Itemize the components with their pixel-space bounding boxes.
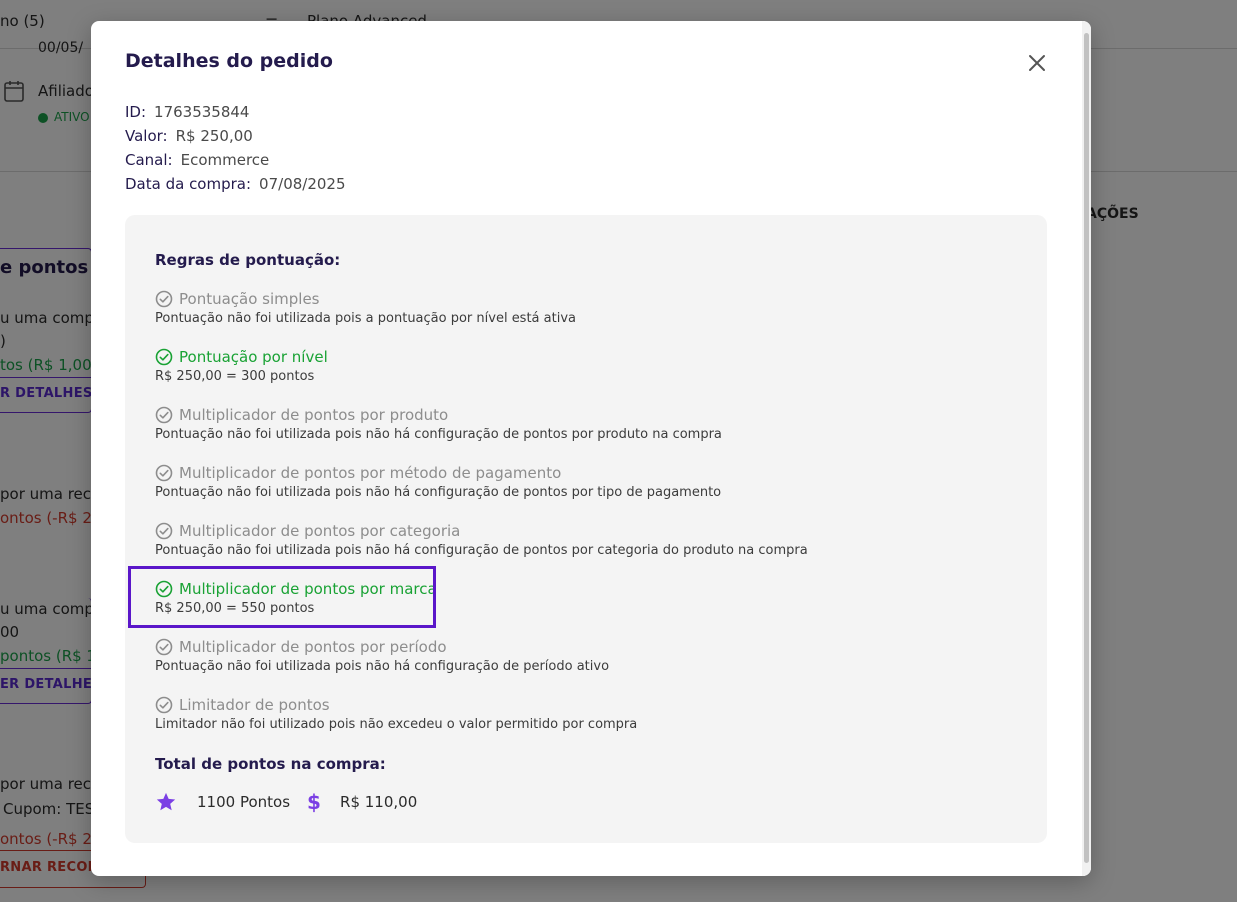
modal-title: Detalhes do pedido xyxy=(125,50,333,72)
scoring-rules-panel: Regras de pontuação: Pontuação simples P… xyxy=(125,215,1047,843)
info-purchase-date-label: Data da compra: xyxy=(125,175,252,193)
check-circle-icon xyxy=(155,348,173,366)
info-purchase-date: Data da compra: 07/08/2025 xyxy=(125,175,346,193)
close-icon[interactable] xyxy=(1025,51,1049,75)
modal-scrollbar-thumb[interactable] xyxy=(1084,33,1089,863)
info-canal: Canal: Ecommerce xyxy=(125,151,269,169)
info-id-value: 1763535844 xyxy=(154,103,250,121)
check-circle-icon xyxy=(155,696,173,714)
total-points: 1100 Pontos xyxy=(197,793,291,811)
check-circle-icon xyxy=(155,290,173,308)
info-valor: Valor: R$ 250,00 xyxy=(125,127,253,145)
rule-item: Multiplicador de pontos por produto Pont… xyxy=(155,405,722,444)
rule-title: Multiplicador de pontos por período xyxy=(179,638,447,656)
rule-title: Pontuação por nível xyxy=(179,348,328,366)
check-circle-icon xyxy=(155,464,173,482)
info-valor-value: R$ 250,00 xyxy=(175,127,253,145)
rule-item: Pontuação simples Pontuação não foi util… xyxy=(155,289,576,328)
order-details-modal: Detalhes do pedido ID: 1763535844 Valor: R… xyxy=(91,21,1091,876)
rule-item: Multiplicador de pontos por período Pont… xyxy=(155,637,609,676)
rule-description: Pontuação não foi utilizada pois não há … xyxy=(155,485,722,500)
purchase-totals: 1100 Pontos $ R$ 110,00 xyxy=(155,790,418,814)
rule-description: Pontuação não foi utilizada pois não há … xyxy=(155,427,722,442)
rules-heading: Regras de pontuação: xyxy=(155,251,341,269)
total-heading: Total de pontos na compra: xyxy=(155,755,386,773)
info-purchase-date-value: 07/08/2025 xyxy=(259,175,346,193)
highlight-box xyxy=(128,566,436,628)
rule-description: Pontuação não foi utilizada pois a pontu… xyxy=(155,311,576,326)
rule-description: Pontuação não foi utilizada pois não há … xyxy=(155,659,610,674)
rule-item: Multiplicador de pontos por categoria Po… xyxy=(155,521,808,560)
info-id-label: ID: xyxy=(125,103,147,121)
rule-title: Multiplicador de pontos por categoria xyxy=(179,522,461,540)
rule-item: Limitador de pontos Limitador não foi ut… xyxy=(155,695,637,734)
total-money: R$ 110,00 xyxy=(340,793,418,811)
rule-title: Limitador de pontos xyxy=(179,696,330,714)
check-circle-icon xyxy=(155,522,173,540)
currency-icon: $ xyxy=(307,790,321,814)
rule-title: Multiplicador de pontos por método de pa… xyxy=(179,464,562,482)
check-circle-icon xyxy=(155,638,173,656)
rule-description: Pontuação não foi utilizada pois não há … xyxy=(155,543,808,558)
rule-item: Pontuação por nível R$ 250,00 = 300 pont… xyxy=(155,347,328,386)
info-canal-label: Canal: xyxy=(125,151,173,169)
info-valor-label: Valor: xyxy=(125,127,168,145)
rule-description: R$ 250,00 = 300 pontos xyxy=(155,369,315,384)
star-icon xyxy=(156,792,176,811)
rule-item: Multiplicador de pontos por método de pa… xyxy=(155,463,721,502)
rule-title: Pontuação simples xyxy=(179,290,320,308)
rule-title: Multiplicador de pontos por produto xyxy=(179,406,449,424)
info-canal-value: Ecommerce xyxy=(180,151,270,169)
modal-scrollbar-track[interactable] xyxy=(1082,21,1091,876)
check-circle-icon xyxy=(155,406,173,424)
info-id: ID: 1763535844 xyxy=(125,103,249,121)
rule-description: Limitador não foi utilizado pois não exc… xyxy=(155,717,638,732)
